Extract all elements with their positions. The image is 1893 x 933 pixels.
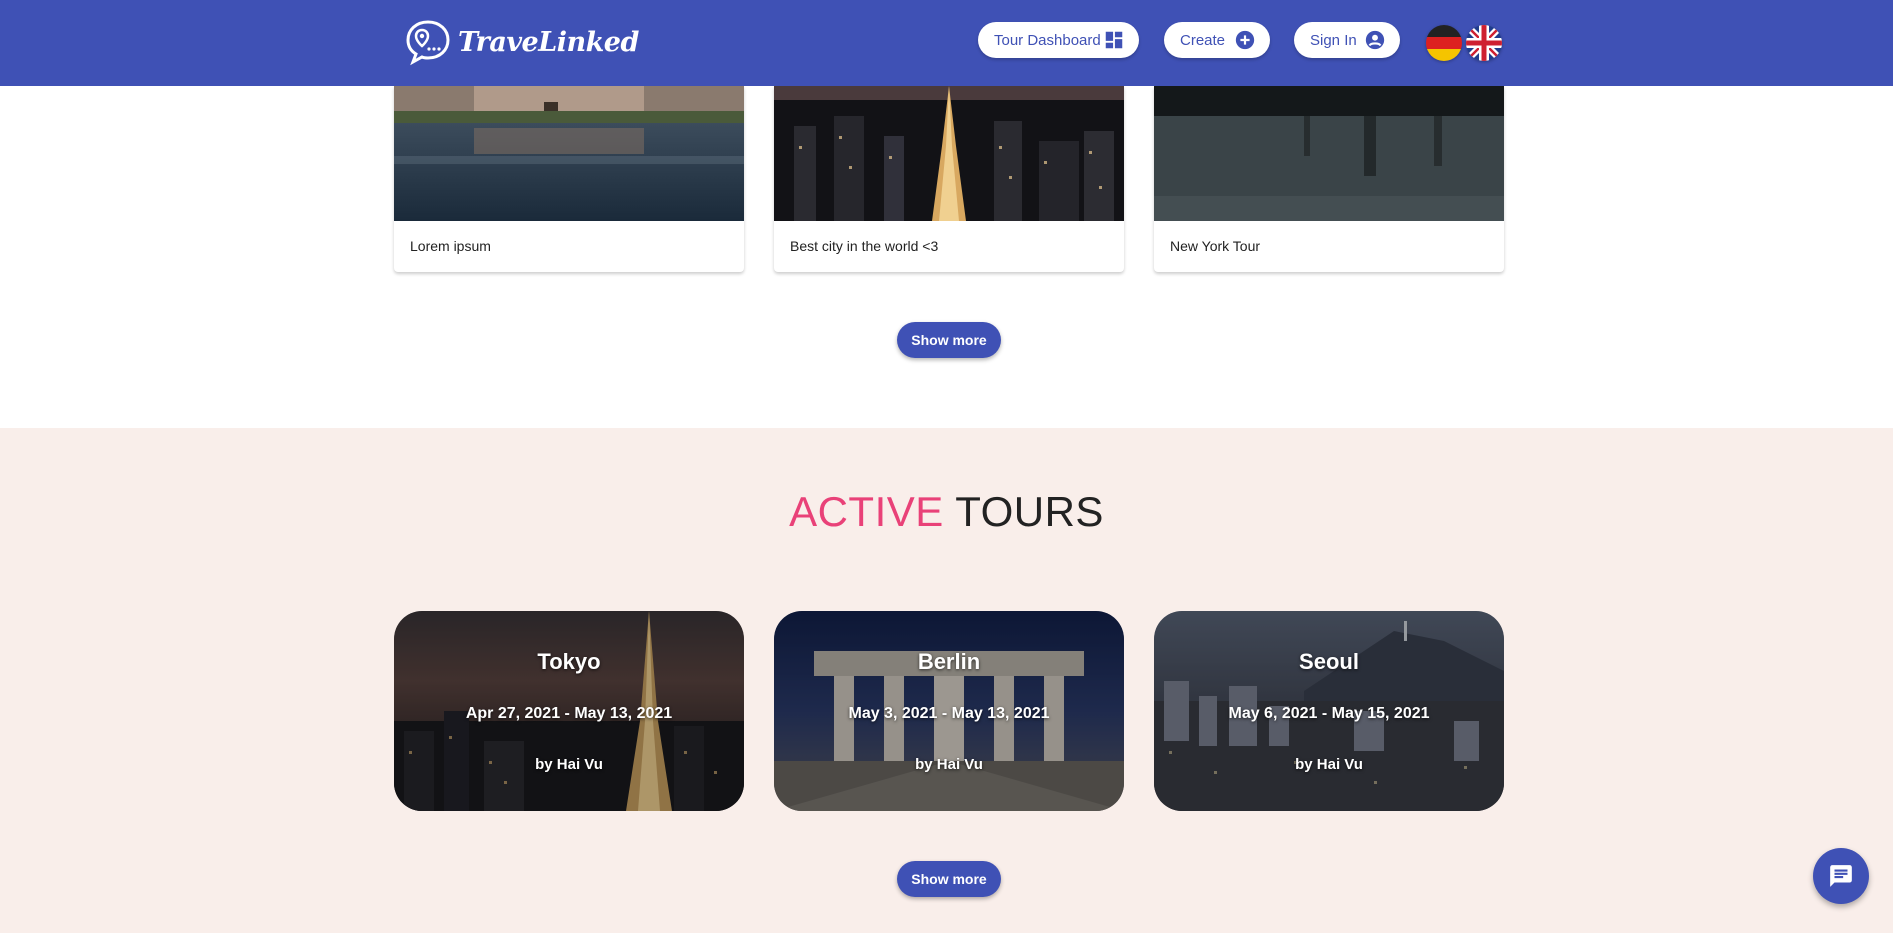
- top-app-bar: TraveLinked Tour Dashboard Create Sign I…: [0, 0, 1893, 86]
- tour-dates: May 3, 2021 - May 13, 2021: [848, 705, 1050, 722]
- tour-author: by Hai Vu: [1295, 756, 1363, 773]
- tour-card[interactable]: Lorem ipsum: [394, 86, 744, 272]
- tour-card-title: Lorem ipsum: [410, 238, 491, 254]
- show-more-active-button[interactable]: Show more: [897, 861, 1001, 897]
- tour-card-image: [774, 86, 1124, 221]
- tour-card-image: [1154, 86, 1504, 221]
- tour-card-title: Best city in the world <3: [790, 238, 939, 254]
- tour-author: by Hai Vu: [535, 756, 603, 773]
- show-more-button[interactable]: Show more: [897, 322, 1001, 358]
- title-highlight: ACTIVE: [789, 488, 944, 535]
- tour-dates: May 6, 2021 - May 15, 2021: [1228, 705, 1430, 722]
- tour-card-image: [394, 86, 744, 221]
- german-flag-button[interactable]: [1426, 25, 1462, 61]
- sign-in-button[interactable]: Sign In: [1294, 22, 1400, 58]
- chat-icon: [1830, 865, 1852, 887]
- title-rest: TOURS: [955, 488, 1104, 535]
- tour-card[interactable]: Best city in the world <3: [774, 86, 1124, 272]
- account-circle-icon: [1365, 30, 1385, 50]
- tour-author: by Hai Vu: [915, 756, 983, 773]
- create-button[interactable]: Create: [1164, 22, 1270, 58]
- dashboard-icon: [1105, 31, 1123, 49]
- logo[interactable]: TraveLinked: [404, 18, 639, 66]
- chat-button[interactable]: [1813, 848, 1869, 904]
- active-tour-card[interactable]: Seoul May 6, 2021 - May 15, 2021 by Hai …: [1154, 611, 1504, 811]
- tour-dates: Apr 27, 2021 - May 13, 2021: [465, 705, 673, 722]
- section-title: ACTIVE TOURS: [0, 488, 1893, 536]
- tour-dashboard-button[interactable]: Tour Dashboard: [978, 22, 1139, 58]
- add-circle-icon: [1235, 30, 1255, 50]
- logo-text: TraveLinked: [458, 26, 639, 58]
- create-label: Create: [1180, 31, 1226, 49]
- english-flag-button[interactable]: [1466, 25, 1502, 61]
- sign-in-label: Sign In: [1310, 31, 1357, 49]
- active-tour-card[interactable]: Tokyo Apr 27, 2021 - May 13, 2021 by Hai…: [394, 611, 744, 811]
- uk-flag-icon: [1466, 25, 1502, 61]
- tour-city: Seoul: [1299, 649, 1359, 674]
- tour-card[interactable]: New York Tour: [1154, 86, 1504, 272]
- tour-card-title: New York Tour: [1170, 238, 1261, 254]
- germany-flag-icon: [1426, 25, 1462, 61]
- tour-city: Berlin: [917, 649, 981, 674]
- logo-chat-pin-icon: [406, 20, 450, 66]
- active-tour-card[interactable]: Berlin May 3, 2021 - May 13, 2021 by Hai…: [774, 611, 1124, 811]
- tour-dashboard-label: Tour Dashboard: [994, 31, 1101, 49]
- tour-city: Tokyo: [537, 649, 601, 674]
